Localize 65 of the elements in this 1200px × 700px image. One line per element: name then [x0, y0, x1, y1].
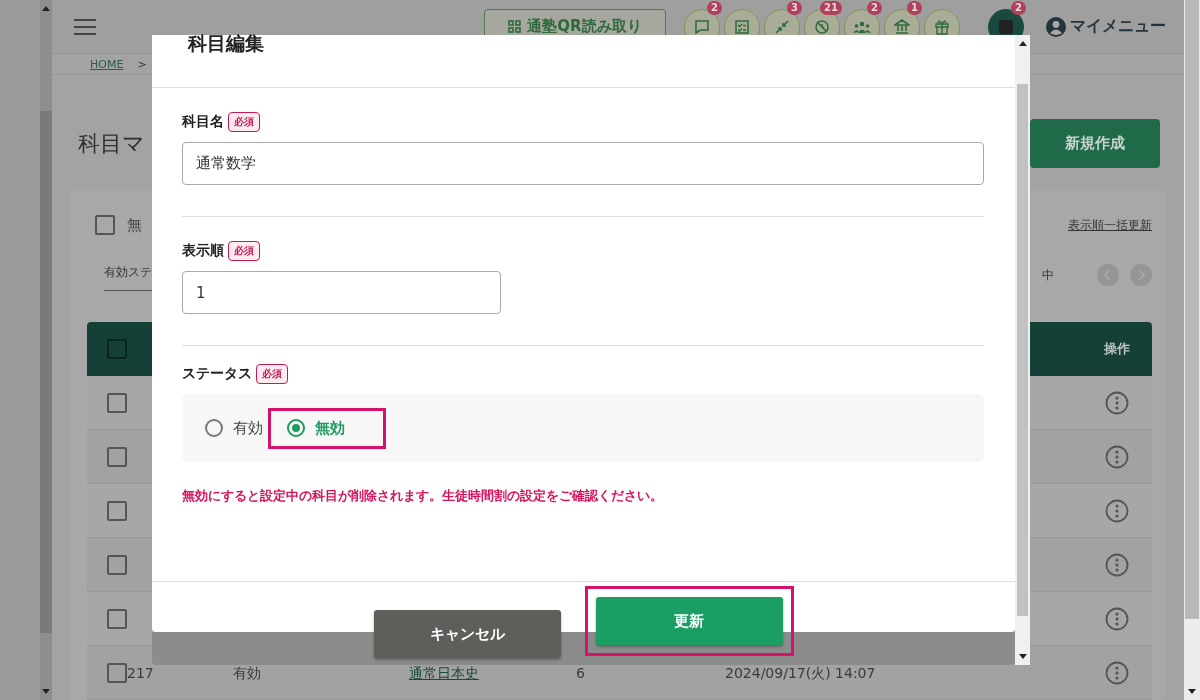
row-checkbox[interactable] — [107, 392, 127, 413]
more-options-icon[interactable] — [1105, 498, 1129, 523]
scrollbar-thumb[interactable] — [1017, 84, 1028, 616]
warning-message: 無効にすると設定中の科目が削除されます。生徒時間割の設定をご確認ください。 — [182, 487, 664, 505]
checkbox-label: 無 — [127, 215, 142, 235]
more-options-icon[interactable] — [1105, 552, 1129, 577]
scrollbar-thumb[interactable] — [1185, 0, 1199, 619]
chat-icon — [694, 18, 710, 35]
table-cell: 有効 — [233, 664, 261, 683]
more-options-icon[interactable] — [1105, 606, 1129, 631]
more-options-icon[interactable] — [1105, 444, 1129, 469]
row-checkbox[interactable] — [107, 500, 127, 521]
row-checkbox[interactable] — [107, 554, 127, 575]
menu-icon[interactable] — [74, 18, 96, 35]
more-options-icon[interactable] — [1105, 390, 1129, 415]
count-badge: 2 — [1011, 0, 1026, 15]
scrollbar-thumb[interactable] — [40, 111, 52, 633]
field-label: ステータス — [182, 365, 252, 383]
gift-icon — [934, 18, 950, 35]
row-checkbox[interactable] — [107, 446, 127, 467]
field-label: 科目名 — [182, 113, 224, 131]
table-cell: 6 — [576, 664, 585, 681]
input-field[interactable]: 通常数学 — [182, 142, 984, 185]
required-badge: 必須 — [228, 241, 260, 261]
checklist-icon — [734, 18, 750, 35]
more-options-icon[interactable] — [1105, 660, 1129, 685]
count-badge: 3 — [787, 0, 802, 15]
page-title: 科目マ — [78, 129, 145, 158]
breadcrumb-separator: > — [137, 57, 147, 71]
new-button[interactable]: 新規作成 — [1030, 119, 1160, 168]
dialog-button[interactable]: 更新 — [595, 597, 783, 645]
dialog-button[interactable]: キャンセル — [373, 610, 561, 658]
required-badge: 必須 — [256, 364, 288, 384]
user-icon — [1046, 16, 1066, 37]
people-icon — [853, 19, 871, 34]
bulk-update-link[interactable]: 表示順一括更新 — [1068, 216, 1152, 234]
count-badge: 2 — [867, 0, 882, 15]
row-checkbox[interactable] — [107, 662, 127, 683]
count-text: 中 — [1042, 266, 1054, 284]
scroll-down-icon[interactable] — [1018, 654, 1027, 659]
subject-link[interactable]: 通常日本史 — [409, 664, 479, 683]
count-badge: 21 — [820, 0, 842, 15]
required-badge: 必須 — [228, 112, 260, 132]
table-cell: 217 — [127, 664, 154, 681]
scroll-down-icon[interactable] — [1188, 689, 1196, 694]
no-clock-icon — [814, 18, 830, 35]
radio-option[interactable]: 有効 — [202, 415, 266, 441]
my-menu-button[interactable]: マイメニュー — [1046, 16, 1166, 38]
field-label: 表示順 — [182, 242, 224, 260]
qr-icon — [508, 20, 522, 34]
arrows-icon — [774, 18, 790, 35]
select-all-checkbox[interactable] — [107, 339, 127, 359]
bank-icon — [894, 18, 910, 35]
table-cell: 2024/09/17(火) 14:07 — [725, 664, 876, 683]
count-badge: 1 — [907, 0, 922, 15]
breadcrumb-link[interactable]: HOME — [90, 57, 124, 71]
radio-option[interactable]: 無効 — [268, 407, 386, 449]
square-icon — [999, 19, 1013, 34]
dialog-title: 科目編集 — [188, 35, 265, 51]
count-badge: 2 — [707, 0, 722, 15]
column-header: 操作 — [1103, 340, 1131, 358]
checkbox[interactable] — [95, 215, 115, 235]
input-field[interactable]: 1 — [182, 271, 501, 314]
scroll-up-icon[interactable] — [1018, 41, 1027, 46]
row-checkbox[interactable] — [107, 608, 127, 629]
